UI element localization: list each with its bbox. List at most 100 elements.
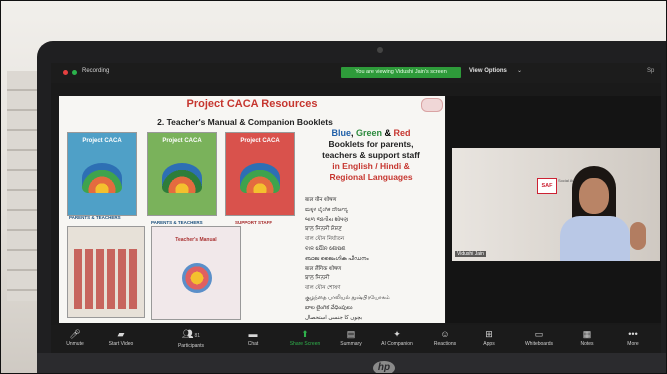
language-line: بچوں کا جنسی استحصال [305,314,363,321]
participants-count: 81 [194,333,200,339]
language-line: ಮಕ್ಕಳ ಲೈಂಗಿಕ ದೌರ್ಜನ್ಯ [305,206,348,213]
recording-label: Recording [82,68,110,74]
sparkle-icon: ✦ [393,329,401,339]
language-line: બાળ જાતીય શોષણ [305,216,349,223]
more-button[interactable]: ••• More [611,328,655,347]
security-indicator-icon [72,70,77,75]
summary-icon: ▤ [346,329,356,339]
reactions-label: Reactions [433,341,457,347]
blue-label: Blue [331,128,351,138]
booklet-green: Project CACA [147,132,217,216]
laptop-screen: Recording You are viewing Vidushi Jain's… [51,63,661,353]
saf-logo: SAF [537,178,557,194]
language-line: ਬਾਲ ਜਿਨਸੀ [305,275,330,282]
share-screen-label: Share Screen [289,341,321,347]
start-video-label: Start Video [108,341,134,347]
photo-frame: Recording You are viewing Vidushi Jain's… [0,0,667,374]
pyramid-illustration [161,163,203,193]
description-line: teachers & support staff [322,150,420,160]
share-screen-button[interactable]: ⬆︎ Share Screen [283,328,327,347]
green-label: Green [355,128,382,138]
booklet-title: Project CACA [82,138,122,144]
speaker-face [579,178,609,214]
booklet-red: Project CACA [225,132,295,216]
language-line: ਬਾਲ ਜਿਨਸੀ ਸ਼ੋਸ਼ਣ [305,226,342,233]
unmute-button[interactable]: 🎤︎ Unmute [53,328,97,347]
apps-icon: ⊞ [485,329,493,339]
meeting-top-bar: Recording You are viewing Vidushi Jain's… [51,63,661,83]
chat-button[interactable]: ▬ Chat [231,328,275,347]
video-camera-off-icon: ▰ [117,329,125,339]
notes-button[interactable]: ▦ Notes [565,328,609,347]
language-list: बाल यौन शोषण ಮಕ್ಕಳ ಲೈಂಗಿಕ ದೌರ್ಜನ್ಯ બાળ જ… [305,196,445,323]
booklet-title: Project CACA [162,138,202,144]
booklet-blue: Project CACA [67,132,137,216]
meeting-toolbar: 🎤︎ Unmute ▰ Start Video 👥︎81 Participant… [51,325,661,353]
ai-companion-button[interactable]: ✦ AI Companion [375,328,419,347]
chat-bubble-icon: ▬ [248,329,258,339]
laptop-chin [37,353,666,373]
ai-companion-label: AI Companion [381,341,413,347]
microphone-muted-icon: 🎤︎ [69,329,81,339]
participant-name-tag: Vidushi Jain [455,251,486,257]
notes-icon: ▦ [582,329,592,339]
language-line: బాల లైంగిక వేధింపులు [305,304,353,311]
whiteboards-button[interactable]: ▭ Whiteboards [517,328,561,347]
chat-label: Chat [247,341,259,347]
viewing-banner: You are viewing Vidushi Jain's screen [341,67,461,78]
booklet-grid-illustration [74,249,138,309]
booklet-regional [67,226,145,318]
description-line: Booklets for parents, [328,139,414,149]
record-indicator-icon [63,70,68,75]
teachers-manual: Teacher's Manual [151,226,241,320]
reaction-icon: ☺ [440,329,450,339]
language-line: বাল যৌন শোষণ [305,285,341,292]
participants-button[interactable]: 👥︎81 Participants [169,328,213,349]
participant-video[interactable]: SAF Social Awareness Foundation Vidushi … [452,148,660,261]
organization-logo [421,98,443,112]
pyramid-illustration [81,163,123,193]
language-line: বাল যৌন নির্যাতন [305,236,345,243]
language-line: बाल लैंगिक शोषण [305,265,342,272]
booklet-label: SUPPORT STAFF [235,220,273,225]
language-line: बाल यौन शोषण [305,197,337,203]
chevron-down-icon[interactable]: ⌄ [517,67,522,74]
hp-logo: hp [373,361,395,373]
description-line: in English / Hindi & [332,161,410,171]
unmute-label: Unmute [66,341,84,347]
booklet-label: PARENTS & TEACHERS [69,215,121,220]
summary-button[interactable]: ▤ Summary [329,328,373,347]
view-options-button[interactable]: View Options [469,68,507,74]
booklet-title: Project CACA [240,138,280,144]
language-line: குழந்தை பாலியல் துஷ்பிரயோகம் [305,294,390,301]
apps-label: Apps [483,341,495,347]
language-line: ബാല ലൈംഗിക പീഡനം [305,255,369,262]
apps-button[interactable]: ⊞ Apps [467,328,511,347]
reactions-button[interactable]: ☺ Reactions [423,328,467,347]
description-line: Regional Languages [329,172,413,182]
slide-subtitle: 2. Teacher's Manual & Companion Booklets [157,117,333,127]
red-label: Red [393,128,411,138]
notes-label: Notes [580,341,594,347]
speaker-hand [630,222,646,250]
pyramid-illustration [239,163,281,193]
slide-title: Project CACA Resources [186,98,318,110]
whiteboard-icon: ▭ [534,329,544,339]
manual-illustration [182,263,212,293]
summary-label: Summary [340,341,362,347]
speaker-body [560,216,630,261]
separator: & [382,128,394,138]
start-video-button[interactable]: ▰ Start Video [99,328,143,347]
webcam [377,47,383,53]
shared-slide: Project CACA Resources 2. Teacher's Manu… [59,96,445,323]
share-screen-icon: ⬆︎ [301,329,309,339]
whiteboards-label: Whiteboards [524,341,554,347]
participants-icon: 👥︎81 [182,329,200,339]
language-line: ବାଳ ଯୌନ ଶୋଷଣ [305,245,346,252]
speaker-view-button[interactable]: Sp [647,68,654,74]
booklet-description: Blue, Green & Red Booklets for parents, … [301,128,441,183]
more-label: More [627,341,639,347]
booklet-label: PARENTS & TEACHERS [151,220,203,225]
more-dots-icon: ••• [628,329,638,339]
participants-label: Participants [177,343,205,349]
